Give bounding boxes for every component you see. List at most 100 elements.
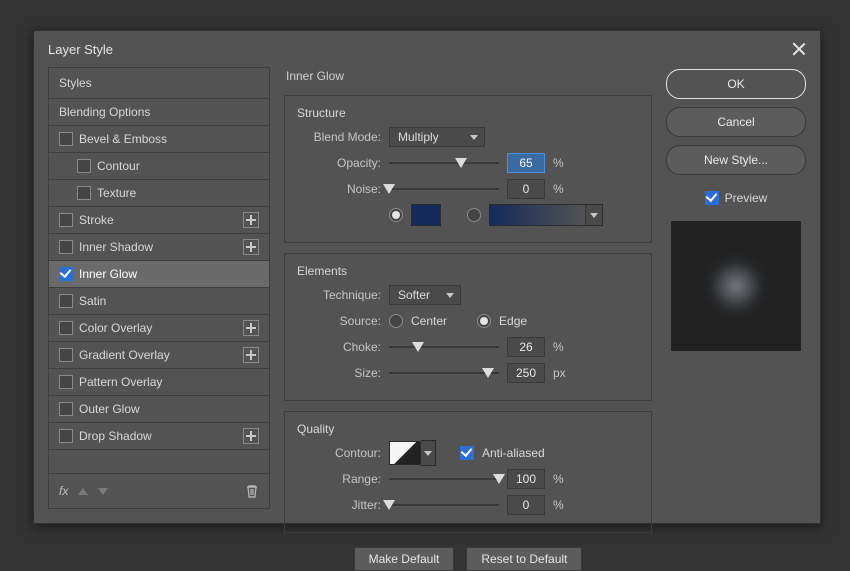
style-checkbox[interactable] bbox=[59, 348, 73, 362]
close-icon[interactable] bbox=[792, 42, 806, 56]
make-default-button[interactable]: Make Default bbox=[354, 547, 455, 571]
size-input[interactable]: 250 bbox=[507, 363, 545, 383]
noise-input[interactable]: 0 bbox=[507, 179, 545, 199]
source-label: Source: bbox=[297, 314, 381, 328]
opacity-label: Opacity: bbox=[297, 156, 381, 170]
style-label: Gradient Overlay bbox=[79, 348, 170, 362]
style-row[interactable]: Pattern Overlay bbox=[49, 369, 269, 396]
jitter-slider[interactable] bbox=[389, 498, 499, 512]
color-solid-radio[interactable] bbox=[389, 208, 403, 222]
style-row[interactable]: Contour bbox=[49, 153, 269, 180]
fx-menu-icon[interactable]: fx bbox=[59, 484, 68, 498]
reset-default-button[interactable]: Reset to Default bbox=[466, 547, 582, 571]
noise-unit: % bbox=[553, 182, 564, 196]
move-up-icon[interactable] bbox=[78, 488, 88, 495]
style-label: Pattern Overlay bbox=[79, 375, 162, 389]
actions-column: OK Cancel New Style... Preview bbox=[666, 67, 806, 509]
jitter-unit: % bbox=[553, 498, 564, 512]
size-unit: px bbox=[553, 366, 566, 380]
technique-select[interactable]: Softer bbox=[389, 285, 461, 305]
size-label: Size: bbox=[297, 366, 381, 380]
style-label: Bevel & Emboss bbox=[79, 132, 167, 146]
style-checkbox[interactable] bbox=[77, 186, 91, 200]
style-checkbox[interactable] bbox=[59, 402, 73, 416]
technique-label: Technique: bbox=[297, 288, 381, 302]
new-style-button[interactable]: New Style... bbox=[666, 145, 806, 175]
defaults-row: Make Default Reset to Default bbox=[284, 547, 652, 571]
style-row[interactable]: Color Overlay bbox=[49, 315, 269, 342]
opacity-unit: % bbox=[553, 156, 564, 170]
add-effect-icon[interactable] bbox=[243, 347, 259, 363]
contour-picker[interactable] bbox=[389, 440, 436, 466]
layer-style-dialog: Layer Style Styles Blending Options Bevel… bbox=[33, 30, 821, 524]
style-row[interactable]: Inner Shadow bbox=[49, 234, 269, 261]
style-checkbox[interactable] bbox=[77, 159, 91, 173]
source-edge-radio[interactable] bbox=[477, 314, 491, 328]
source-row: Source: Center Edge bbox=[297, 310, 639, 332]
noise-slider[interactable] bbox=[389, 182, 499, 196]
size-slider[interactable] bbox=[389, 366, 499, 380]
style-row[interactable]: Blending Options bbox=[49, 99, 269, 126]
anti-aliased-checkbox[interactable] bbox=[460, 446, 474, 460]
choke-row: Choke: 26 % bbox=[297, 336, 639, 358]
new-style-label: New Style... bbox=[704, 153, 768, 167]
styles-header[interactable]: Styles bbox=[49, 68, 269, 99]
blend-mode-select[interactable]: Multiply bbox=[389, 127, 485, 147]
color-swatch[interactable] bbox=[411, 204, 441, 226]
color-gradient-radio[interactable] bbox=[467, 208, 481, 222]
style-label: Satin bbox=[79, 294, 106, 308]
chevron-down-icon[interactable] bbox=[585, 205, 602, 225]
add-effect-icon[interactable] bbox=[243, 428, 259, 444]
style-checkbox[interactable] bbox=[59, 375, 73, 389]
style-label: Stroke bbox=[79, 213, 114, 227]
opacity-slider[interactable] bbox=[389, 156, 499, 170]
technique-row: Technique: Softer bbox=[297, 284, 639, 306]
ok-label: OK bbox=[727, 77, 744, 91]
elements-title: Elements bbox=[297, 264, 639, 278]
cancel-button[interactable]: Cancel bbox=[666, 107, 806, 137]
style-checkbox[interactable] bbox=[59, 321, 73, 335]
titlebar: Layer Style bbox=[34, 31, 820, 67]
noise-label: Noise: bbox=[297, 182, 381, 196]
style-row[interactable]: Bevel & Emboss bbox=[49, 126, 269, 153]
range-input[interactable]: 100 bbox=[507, 469, 545, 489]
style-checkbox[interactable] bbox=[59, 213, 73, 227]
source-center-radio[interactable] bbox=[389, 314, 403, 328]
add-effect-icon[interactable] bbox=[243, 239, 259, 255]
style-checkbox[interactable] bbox=[59, 240, 73, 254]
trash-icon[interactable] bbox=[245, 484, 259, 498]
style-row[interactable]: Stroke bbox=[49, 207, 269, 234]
size-row: Size: 250 px bbox=[297, 362, 639, 384]
blend-mode-row: Blend Mode: Multiply bbox=[297, 126, 639, 148]
range-label: Range: bbox=[297, 472, 381, 486]
jitter-input[interactable]: 0 bbox=[507, 495, 545, 515]
style-checkbox[interactable] bbox=[59, 267, 73, 281]
opacity-input[interactable]: 65 bbox=[507, 153, 545, 173]
style-row[interactable]: Inner Glow bbox=[49, 261, 269, 288]
contour-row: Contour: Anti-aliased bbox=[297, 442, 639, 464]
style-checkbox[interactable] bbox=[59, 429, 73, 443]
move-down-icon[interactable] bbox=[98, 488, 108, 495]
preview-blob bbox=[704, 254, 768, 318]
preview-checkbox[interactable] bbox=[705, 191, 719, 205]
anti-aliased-label: Anti-aliased bbox=[482, 446, 545, 460]
preview-toggle-row: Preview bbox=[666, 191, 806, 205]
style-checkbox[interactable] bbox=[59, 132, 73, 146]
chevron-down-icon[interactable] bbox=[421, 440, 436, 466]
style-row[interactable]: Gradient Overlay bbox=[49, 342, 269, 369]
noise-row: Noise: 0 % bbox=[297, 178, 639, 200]
style-checkbox[interactable] bbox=[59, 294, 73, 308]
styles-column: Styles Blending Options Bevel & Emboss Con… bbox=[48, 67, 270, 509]
choke-slider[interactable] bbox=[389, 340, 499, 354]
add-effect-icon[interactable] bbox=[243, 320, 259, 336]
style-row[interactable]: Drop Shadow bbox=[49, 423, 269, 450]
gradient-swatch[interactable] bbox=[489, 204, 603, 226]
range-slider[interactable] bbox=[389, 472, 499, 486]
style-row[interactable]: Satin bbox=[49, 288, 269, 315]
style-row[interactable]: Texture bbox=[49, 180, 269, 207]
add-effect-icon[interactable] bbox=[243, 212, 259, 228]
ok-button[interactable]: OK bbox=[666, 69, 806, 99]
style-row[interactable]: Outer Glow bbox=[49, 396, 269, 423]
style-label: Inner Shadow bbox=[79, 240, 153, 254]
choke-input[interactable]: 26 bbox=[507, 337, 545, 357]
